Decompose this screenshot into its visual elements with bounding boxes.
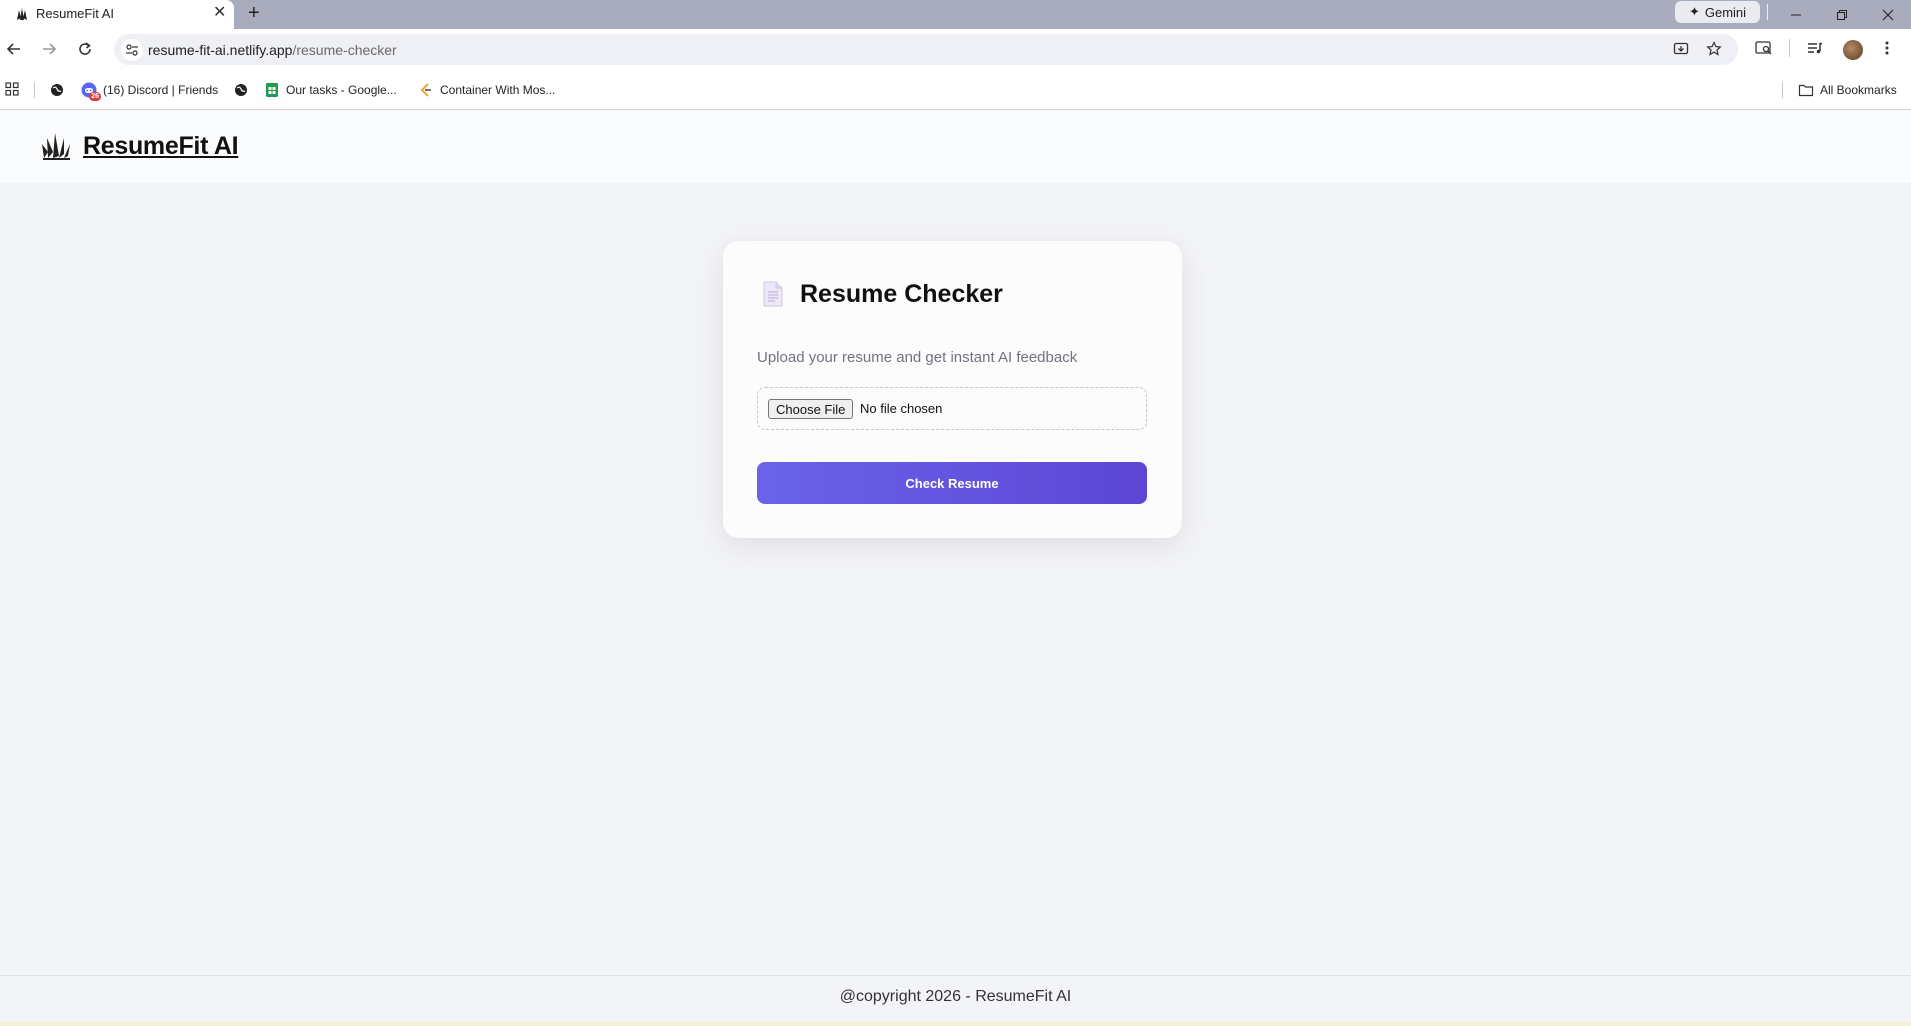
site-title-link[interactable]: ResumeFit AI — [83, 132, 239, 161]
download-bar-edge — [0, 1022, 1911, 1026]
copyright-text: @copyright 2026 - ResumeFit AI — [839, 988, 1072, 1005]
leetcode-icon — [418, 82, 434, 98]
restore-icon[interactable] — [1819, 0, 1865, 29]
site-info-icon[interactable] — [121, 39, 143, 61]
card-title: Resume Checker — [800, 280, 1003, 308]
tab-strip: ResumeFit AI ✕ + ✦ Gemini — [0, 0, 1911, 29]
bookmark-label: Our tasks - Google... — [286, 83, 397, 97]
bookmark-discord[interactable]: 26 (16) Discord | Friends — [81, 82, 219, 101]
new-tab-icon[interactable]: + — [248, 1, 260, 25]
apps-grid-icon[interactable] — [5, 82, 19, 96]
card-subtitle: Upload your resume and get instant AI fe… — [757, 349, 1078, 366]
document-icon — [763, 281, 783, 307]
choose-file-button[interactable]: Choose File — [768, 399, 854, 419]
bookmarks-right-divider — [1782, 82, 1783, 98]
crystal-logo-icon[interactable] — [40, 130, 72, 162]
tab-close-icon[interactable]: ✕ — [213, 3, 226, 23]
gemini-button[interactable]: ✦ Gemini — [1675, 1, 1760, 23]
bookmark-leetcode[interactable]: Container With Mos... — [418, 82, 555, 98]
bookmark-label: Container With Mos... — [440, 83, 556, 97]
tabbar-divider — [1767, 4, 1768, 20]
tab-search-icon[interactable] — [1755, 40, 1773, 60]
toolbar-divider — [1789, 39, 1790, 57]
file-status-text: No file chosen — [860, 401, 943, 416]
sparkle-icon: ✦ — [1688, 4, 1700, 19]
browser-toolbar: resume-fit-ai.netlify.app/resume-checker — [0, 29, 1911, 70]
resumefit-favicon-icon — [17, 8, 27, 20]
site-header: ResumeFit AI — [0, 111, 1911, 183]
discord-icon: 26 — [81, 82, 101, 101]
reload-icon[interactable] — [74, 38, 96, 60]
bookmark-globe-1[interactable] — [49, 82, 65, 98]
address-bar[interactable]: resume-fit-ai.netlify.app/resume-checker — [114, 34, 1738, 65]
all-bookmarks-button[interactable]: All Bookmarks — [1798, 82, 1897, 98]
back-icon[interactable] — [3, 38, 25, 60]
forward-icon[interactable] — [38, 38, 60, 60]
globe-icon — [233, 82, 249, 98]
resume-checker-card: Resume Checker Upload your resume and ge… — [723, 241, 1182, 538]
folder-icon — [1798, 82, 1814, 98]
more-menu-icon[interactable] — [1885, 40, 1889, 60]
install-app-icon[interactable] — [1673, 41, 1689, 61]
globe-icon — [49, 82, 65, 98]
gemini-label: Gemini — [1704, 4, 1747, 20]
site-footer: @copyright 2026 - ResumeFit AI — [0, 975, 1911, 1022]
google-sheets-icon — [264, 82, 280, 98]
bookmark-google-sheets[interactable]: Our tasks - Google... — [264, 82, 397, 98]
file-upload-input[interactable]: Choose File No file chosen — [757, 387, 1147, 430]
browser-tab[interactable]: ResumeFit AI ✕ — [0, 0, 234, 29]
tab-title: ResumeFit AI — [36, 6, 115, 21]
check-resume-button[interactable]: Check Resume — [757, 462, 1147, 504]
url-host: resume-fit-ai.netlify.app — [148, 42, 293, 58]
bookmarks-divider — [34, 82, 35, 98]
minimize-icon[interactable] — [1773, 0, 1819, 29]
discord-badge: 26 — [89, 92, 101, 101]
profile-avatar[interactable] — [1843, 40, 1863, 60]
bookmark-star-icon[interactable] — [1706, 41, 1722, 61]
bookmarks-bar: 26 (16) Discord | Friends Our tasks - Go… — [0, 70, 1911, 110]
media-controls-icon[interactable] — [1807, 40, 1823, 60]
bookmark-globe-2[interactable] — [233, 82, 249, 98]
close-window-icon[interactable] — [1865, 0, 1911, 29]
url-path: /resume-checker — [292, 42, 397, 58]
url-text: resume-fit-ai.netlify.app/resume-checker — [148, 42, 397, 58]
bookmark-label: (16) Discord | Friends — [103, 83, 219, 97]
all-bookmarks-label: All Bookmarks — [1820, 83, 1897, 97]
